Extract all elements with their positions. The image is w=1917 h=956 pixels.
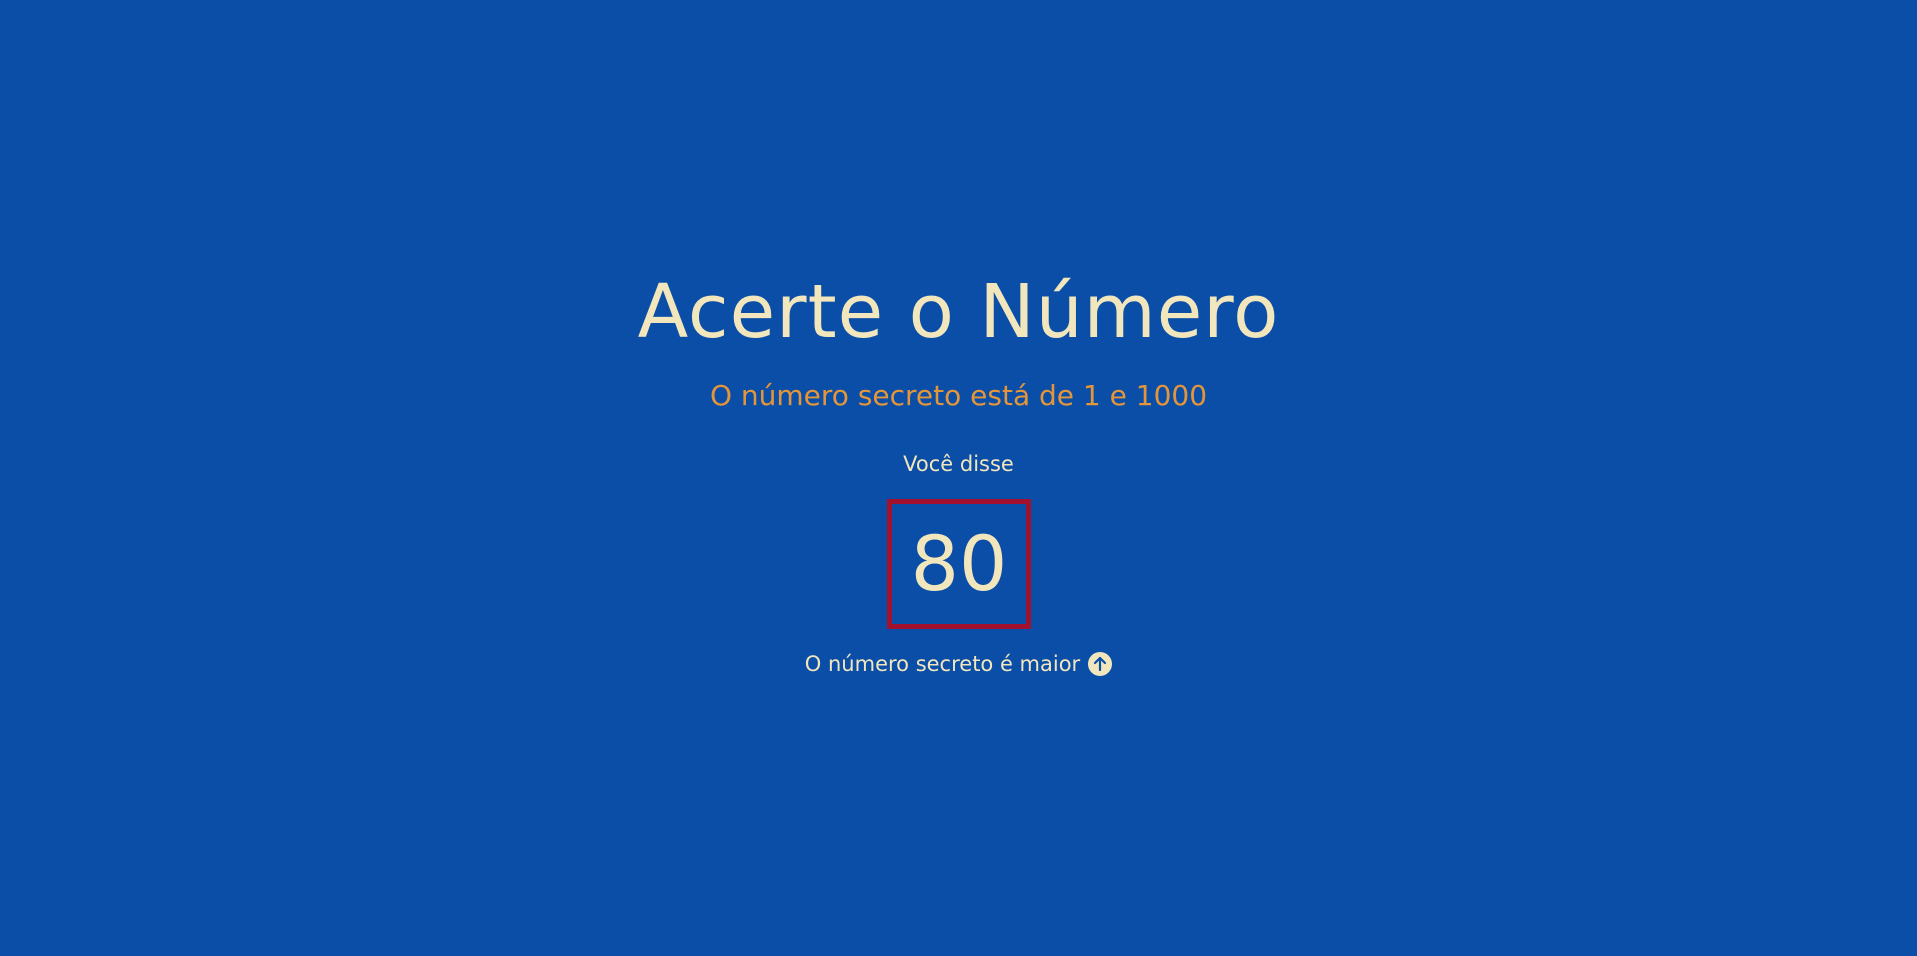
game-title: Acerte o Número (637, 269, 1280, 355)
game-screen: Acerte o Número O número secreto está de… (0, 0, 1917, 956)
arrow-up-circle-icon (1088, 652, 1113, 676)
guess-value: 80 (910, 519, 1008, 608)
hint-text: O número secreto é maior (804, 652, 1081, 676)
guess-box: 80 (887, 499, 1031, 629)
you-said-label: Você disse (903, 452, 1014, 476)
hint-message: O número secreto é maior (0, 650, 1917, 678)
range-subtitle: O número secreto está de 1 e 1000 (709, 379, 1208, 412)
